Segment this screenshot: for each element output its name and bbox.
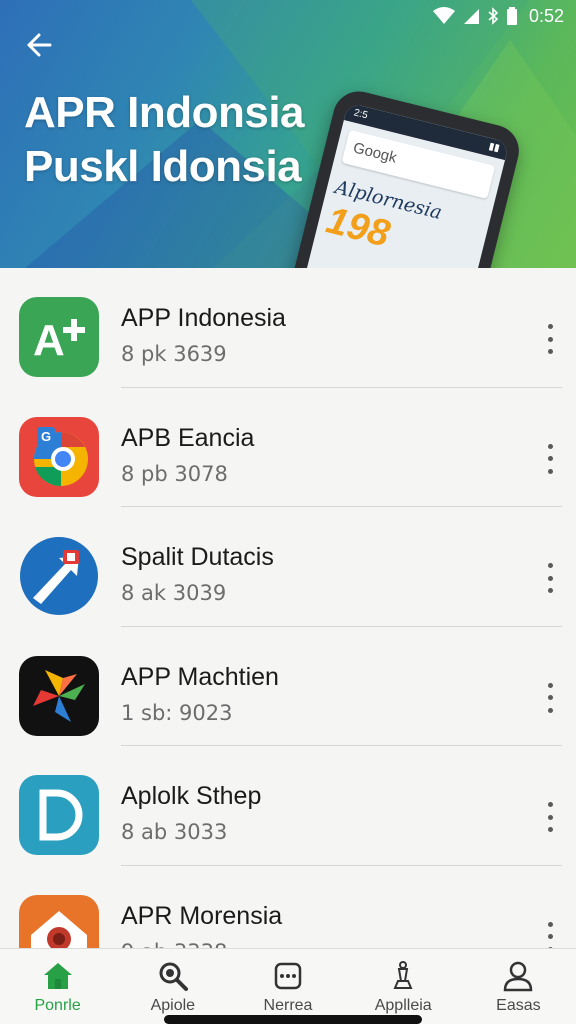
bluetooth-icon xyxy=(488,7,499,25)
nav-item-chat[interactable]: Nerrea xyxy=(230,949,345,1024)
header-banner: 0:52 APR Indonsia Puskl Idonsia 2:5 ▮▮ G… xyxy=(0,0,576,268)
list-item[interactable]: G APB Eancia 8 pb 3078 xyxy=(0,388,576,507)
app-meta: 9 ab 3338 xyxy=(121,940,227,949)
arrow-up-right-icon xyxy=(19,536,99,616)
phone-signal-icon: ▮▮ xyxy=(487,140,501,155)
pinwheel-icon xyxy=(19,655,99,736)
bottom-navigation: Ponrle Apiole Nerrea Applleia Easas xyxy=(0,948,576,1024)
more-options-icon[interactable] xyxy=(540,682,560,713)
more-options-icon[interactable] xyxy=(540,921,560,948)
app-name: APP Indonesia xyxy=(121,304,286,332)
list-item[interactable]: Spalit Dutacis 8 ak 3039 xyxy=(0,507,576,627)
arrow-left-icon xyxy=(27,33,52,57)
app-plus-icon: A xyxy=(19,297,99,377)
nav-label: Ponrle xyxy=(34,997,81,1014)
letter-d-icon xyxy=(19,775,99,855)
home-indicator[interactable] xyxy=(164,1015,422,1024)
svg-text:G: G xyxy=(41,429,51,444)
app-meta: 1 sb: 9023 xyxy=(121,700,233,725)
phone-status-text: 2:5 xyxy=(352,107,369,122)
nav-label: Easas xyxy=(496,997,541,1014)
more-options-icon[interactable] xyxy=(540,324,560,354)
app-list: A APP Indonesia 8 pk 3639 G APB Eancia 8… xyxy=(0,268,576,948)
svg-text:A: A xyxy=(33,316,65,365)
search-icon xyxy=(159,962,188,991)
status-bar: 0:52 xyxy=(432,4,564,28)
nav-item-profile[interactable]: Easas xyxy=(461,949,576,1024)
signal-icon xyxy=(463,9,479,24)
nav-label: Apiole xyxy=(150,997,196,1014)
chess-piece-icon xyxy=(393,961,413,989)
title-line-1: APR Indonsia xyxy=(24,88,305,137)
page-title: APR Indonsia Puskl Idonsia xyxy=(24,86,305,194)
browser-icon: G xyxy=(19,416,99,497)
battery-icon xyxy=(506,7,517,25)
home-icon xyxy=(43,963,72,989)
app-name: APR Morensia xyxy=(121,901,283,930)
nav-item-search[interactable]: Apiole xyxy=(115,949,230,1024)
wifi-icon xyxy=(432,7,455,24)
nav-item-apps[interactable]: Applleia xyxy=(346,949,461,1024)
nav-label: Applleia xyxy=(374,997,432,1014)
more-options-icon[interactable] xyxy=(540,563,560,593)
phone-search-text: Googk xyxy=(351,139,399,167)
status-time: 0:52 xyxy=(528,5,564,26)
back-button[interactable] xyxy=(22,28,56,62)
more-options-icon[interactable] xyxy=(540,802,560,832)
list-item[interactable]: APP Machtien 1 sb: 9023 xyxy=(0,627,576,746)
title-line-2: Puskl Idonsia xyxy=(24,142,302,191)
person-icon xyxy=(504,961,533,992)
app-name: APB Eancia xyxy=(121,423,255,452)
chat-dots-icon xyxy=(274,962,302,990)
list-item[interactable]: APR Morensia 9 ab 3338 xyxy=(0,866,576,949)
app-meta: 8 pk 3639 xyxy=(121,342,227,366)
app-name: APP Machtien xyxy=(121,662,279,691)
app-meta: 8 ab 3033 xyxy=(121,820,228,844)
more-options-icon[interactable] xyxy=(540,443,560,474)
nav-label: Nerrea xyxy=(263,997,313,1014)
list-item[interactable]: Aplolk Sthep 8 ab 3033 xyxy=(0,746,576,866)
app-name: Aplolk Sthep xyxy=(121,782,262,810)
nav-item-home[interactable]: Ponrle xyxy=(0,949,115,1024)
home-target-icon xyxy=(19,894,99,948)
app-meta: 8 pb 3078 xyxy=(121,461,228,486)
list-item[interactable]: A APP Indonesia 8 pk 3639 xyxy=(0,268,576,388)
app-name: Spalit Dutacis xyxy=(121,543,274,571)
app-meta: 8 ak 3039 xyxy=(121,581,227,605)
